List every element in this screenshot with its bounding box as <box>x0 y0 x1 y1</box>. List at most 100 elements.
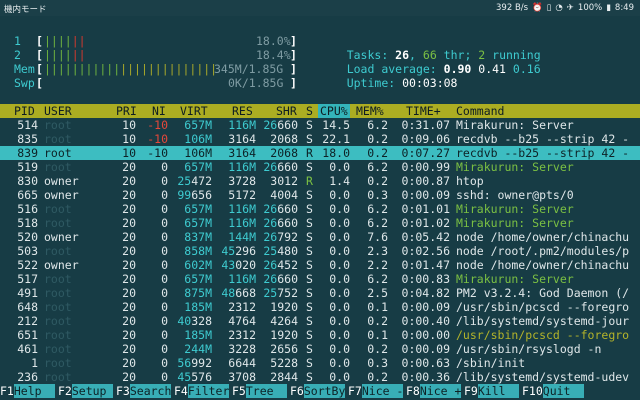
process-row[interactable]: 665 owner 20 0 99656 5172 4004 S 0.0 0.3 0:00.09 ss… <box>0 188 640 202</box>
process-row[interactable]: 839 root 10 -10 106M 3164 2068 R 18.0 0.2 0:07.27 r… <box>0 146 640 160</box>
col-shr[interactable]: SHR <box>276 104 297 118</box>
cell-shr: 4264 <box>270 314 298 328</box>
mem-label: Mem <box>14 62 35 76</box>
cell-state: S <box>306 202 313 216</box>
process-row[interactable]: 503 root 20 0 858M 45296 25480 S 0.0 2.3 0:02.56 no… <box>0 244 640 258</box>
cell-state: S <box>306 342 313 356</box>
fkey-f8[interactable]: F8Nice + <box>406 384 462 398</box>
process-row[interactable]: 461 root 20 0 244M 3228 2656 S 0.0 0.2 0:00.09/usr… <box>0 342 640 356</box>
process-row[interactable]: 522 owner 20 0 602M 43020 26452 S 0.0 2.2 0:01.47 n… <box>0 258 640 272</box>
process-row[interactable]: 648 root 20 0 185M 2312 1920 S 0.0 0.1 0:00.09/usr… <box>0 300 640 314</box>
col-cpu-sorted[interactable]: CPU% <box>318 104 350 118</box>
uptime: Uptime: 00:03:08 <box>346 76 458 90</box>
process-row[interactable]: 519 root 20 0 657M 116M 26660 S 0.0 6.2 0:00.99 Mir… <box>0 160 640 174</box>
fkey-f5[interactable]: F5Tree <box>232 384 288 398</box>
fkey-f3[interactable]: F3Search <box>116 384 172 398</box>
fkey-f10[interactable]: F10Quit <box>522 384 585 398</box>
process-row[interactable]: 514 root 10 -10 657M 116M 26660 S 14.5 6.2 0:31.07… <box>0 118 640 132</box>
cell-mem: 0.2 <box>367 370 388 384</box>
col-mem[interactable]: MEM% <box>356 104 384 118</box>
cell-command: node /home/owner/chinachu <box>456 258 630 272</box>
cell-user: root <box>44 132 72 146</box>
status-icons: 392 B/s ⏰ ▯ ◔ ✈ 100% ▮ 8:49 <box>496 3 634 13</box>
function-key-bar[interactable]: F1Help F2Setup F3Search F4Filter F5Tree F6… <box>0 384 640 398</box>
swap-value: 0K/1.85G <box>228 76 284 90</box>
column-header[interactable]: PID USER PRI NI VIRT RES SHR S CPU% MEM%… <box>0 104 640 118</box>
process-row[interactable]: 1 root 20 0 56992 6644 5228 S 0.0 0.3 0:00.63/sbin… <box>0 356 640 370</box>
process-row[interactable]: 835 root 10 -10 106M 3164 2068 S 22.1 0.2 0:09.06 r… <box>0 132 640 146</box>
fkey-f1[interactable]: F1Help <box>0 384 56 398</box>
cell-time: 0:00.99 <box>401 160 450 174</box>
col-state[interactable]: S <box>306 104 313 118</box>
cell-user: root <box>44 216 72 230</box>
vibrate-icon: ▯ <box>546 3 552 13</box>
process-row[interactable]: 236 root 20 0 45576 3708 2844 S 0.0 0.2 0:00.36/li… <box>0 370 640 384</box>
col-pid[interactable]: PID <box>14 104 35 118</box>
cell-res: 43020 <box>221 258 256 272</box>
cell-command: /sbin/init <box>456 356 526 370</box>
cpu2-meter: 2 [ |||||| 18.4% ] <box>14 48 297 62</box>
col-pri[interactable]: PRI <box>116 104 137 118</box>
cell-state: S <box>306 160 313 174</box>
cell-pri: 20 <box>122 328 136 342</box>
cell-time: 0:01.02 <box>401 216 450 230</box>
cell-state: S <box>306 216 313 230</box>
process-row[interactable]: 516 root 20 0 657M 116M 26660 S 0.0 6.2 0:01.01 Mir… <box>0 202 640 216</box>
process-row[interactable]: 517 root 20 0 657M 116M 26660 S 0.0 6.2 0:00.83 Mir… <box>0 272 640 286</box>
cell-state: S <box>306 370 313 384</box>
process-row[interactable]: 212 root 20 0 40328 4764 4264 S 0.0 0.2 0:00.40/li… <box>0 314 640 328</box>
col-res[interactable]: RES <box>232 104 253 118</box>
cell-time: 0:00.09 <box>401 342 450 356</box>
process-row[interactable]: 651 root 20 0 185M 2312 1920 S 0.0 0.1 0:00.00/usr… <box>0 328 640 342</box>
fkey-f4[interactable]: F4Filter <box>174 384 230 398</box>
cell-res: 116M <box>228 272 256 286</box>
cpu2-bar: |||||| <box>44 48 86 62</box>
cell-time: 0:01.47 <box>401 258 450 272</box>
cell-pid: 491 <box>17 286 38 300</box>
process-row[interactable]: 830 owner 20 0 25472 3728 3012 R 1.4 0.2 0:00.87 ht… <box>0 174 640 188</box>
cell-time: 0:00.83 <box>401 272 450 286</box>
fkey-f6[interactable]: F6SortBy <box>290 384 346 398</box>
fkey-f9[interactable]: F9Kill <box>464 384 520 398</box>
cell-cpu: 0.0 <box>329 370 350 384</box>
cell-cpu: 0.0 <box>329 258 350 272</box>
cell-res: 48668 <box>221 286 256 300</box>
col-command[interactable]: Command <box>456 104 504 118</box>
cell-pri: 20 <box>122 230 136 244</box>
fkey-f2[interactable]: F2Setup <box>58 384 114 398</box>
cell-mem: 2.5 <box>367 286 388 300</box>
cell-command: sshd: owner@pts/0 <box>456 188 574 202</box>
fkey-f7[interactable]: F7Nice - <box>348 384 404 398</box>
cell-pri: 20 <box>122 216 136 230</box>
cell-virt: 244M <box>184 342 212 356</box>
col-user[interactable]: USER <box>44 104 72 118</box>
cell-time: 0:00.00 <box>401 328 450 342</box>
cell-ni: 0 <box>161 342 168 356</box>
process-row[interactable]: 520 owner 20 0 837M 144M 26792 S 0.0 7.6 0:05.42 no… <box>0 230 640 244</box>
cell-user: root <box>44 272 72 286</box>
cell-time: 0:04.82 <box>401 286 450 300</box>
col-ni[interactable]: NI <box>152 104 166 118</box>
cell-pid: 236 <box>17 370 38 384</box>
col-time[interactable]: TIME+ <box>406 104 441 118</box>
cell-ni: 0 <box>161 300 168 314</box>
cell-res: 3228 <box>228 342 256 356</box>
cell-ni: 0 <box>161 286 168 300</box>
cell-mem: 7.6 <box>367 230 388 244</box>
cell-res: 116M <box>228 118 256 132</box>
cell-user: root <box>44 146 72 160</box>
htop-terminal[interactable]: 1 [ |||||| 18.0% ] 2 [ |||||| 18.4% ] Me… <box>0 16 640 400</box>
col-virt[interactable]: VIRT <box>180 104 208 118</box>
cell-res: 5172 <box>228 188 256 202</box>
cell-pid: 830 <box>17 174 38 188</box>
cell-command: node /home/owner/chinachu <box>456 230 630 244</box>
cell-time: 0:31.07 <box>401 118 450 132</box>
cell-ni: 0 <box>161 216 168 230</box>
cell-pri: 20 <box>122 286 136 300</box>
process-row[interactable]: 518 root 20 0 657M 116M 26660 S 0.0 6.2 0:01.02 Mir… <box>0 216 640 230</box>
process-row[interactable]: 491 root 20 0 875M 48668 25752 S 0.0 2.5 0:04.82 PM… <box>0 286 640 300</box>
cell-command: node /root/.pm2/modules/p <box>456 244 630 258</box>
cell-state: S <box>306 286 313 300</box>
cell-mem: 6.2 <box>367 272 388 286</box>
cell-virt: 45576 <box>177 370 212 384</box>
